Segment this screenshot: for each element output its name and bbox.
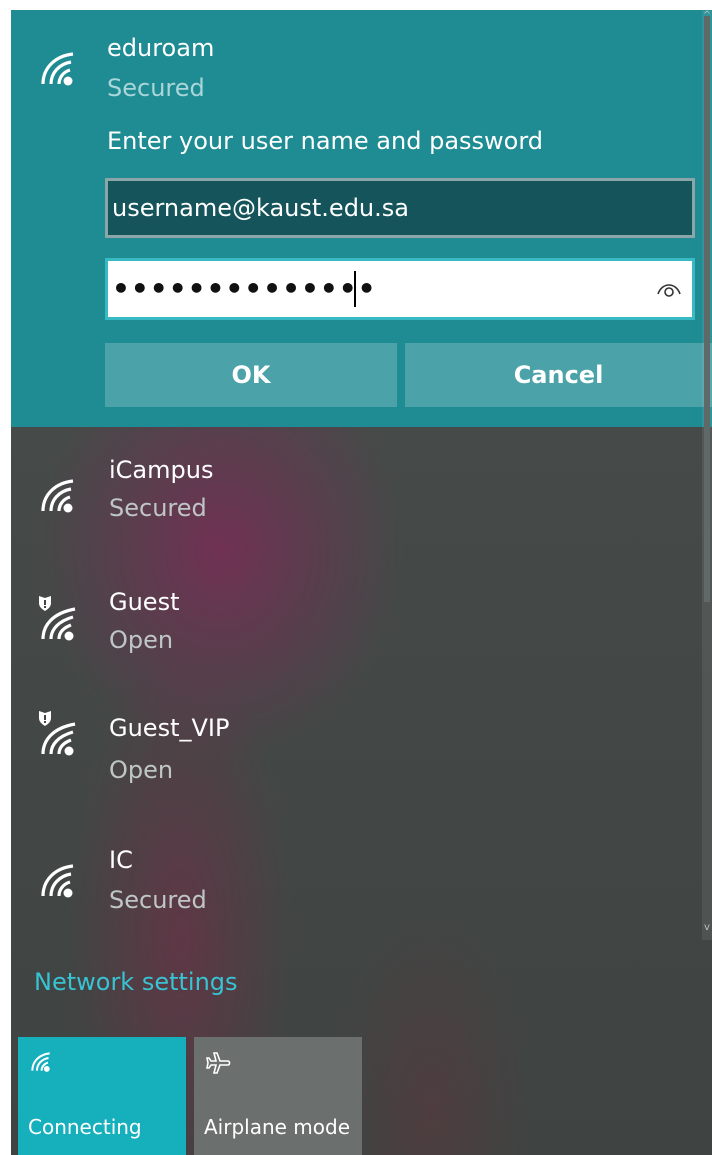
network-status: Secured xyxy=(109,494,207,522)
network-status: Open xyxy=(109,626,174,654)
scroll-thumb[interactable] xyxy=(704,16,710,602)
tile-label: Connecting xyxy=(28,1115,142,1139)
network-status: Open xyxy=(109,756,174,784)
ok-button[interactable]: OK xyxy=(105,343,397,407)
scroll-down-icon[interactable]: v xyxy=(702,922,712,933)
password-mask: •••••••••••••• xyxy=(112,272,377,305)
network-flyout: eduroam Secured Enter your user name and… xyxy=(11,10,712,1155)
wifi-shield-icon xyxy=(39,596,76,641)
credentials-prompt: Enter your user name and password xyxy=(107,127,544,155)
wifi-signal-icon xyxy=(41,479,74,513)
network-name: iCampus xyxy=(109,456,214,484)
wifi-tile[interactable]: Connecting xyxy=(18,1037,186,1155)
wifi-shield-icon xyxy=(39,711,76,756)
network-name: Guest xyxy=(109,588,180,616)
text-caret xyxy=(354,271,356,307)
network-name: IC xyxy=(109,846,133,874)
tile-label: Airplane mode xyxy=(204,1115,351,1139)
network-settings-link[interactable]: Network settings xyxy=(34,968,238,996)
username-input[interactable]: username@kaust.edu.sa xyxy=(105,178,695,238)
airplane-icon xyxy=(206,1052,231,1074)
wifi-signal-icon xyxy=(41,864,74,898)
cancel-button[interactable]: Cancel xyxy=(405,343,712,407)
network-name: eduroam xyxy=(107,34,215,62)
reveal-password-icon[interactable] xyxy=(656,278,682,300)
active-network-panel: eduroam Secured Enter your user name and… xyxy=(11,10,712,427)
wifi-icon xyxy=(31,1052,50,1072)
airplane-mode-tile[interactable]: Airplane mode xyxy=(194,1037,362,1155)
scrollbar[interactable]: ^ v xyxy=(702,10,712,940)
network-name: Guest_VIP xyxy=(109,714,230,742)
network-status: Secured xyxy=(109,886,207,914)
network-status: Secured xyxy=(107,74,205,102)
password-input[interactable]: •••••••••••••• xyxy=(105,258,695,320)
wifi-signal-icon xyxy=(41,52,74,86)
